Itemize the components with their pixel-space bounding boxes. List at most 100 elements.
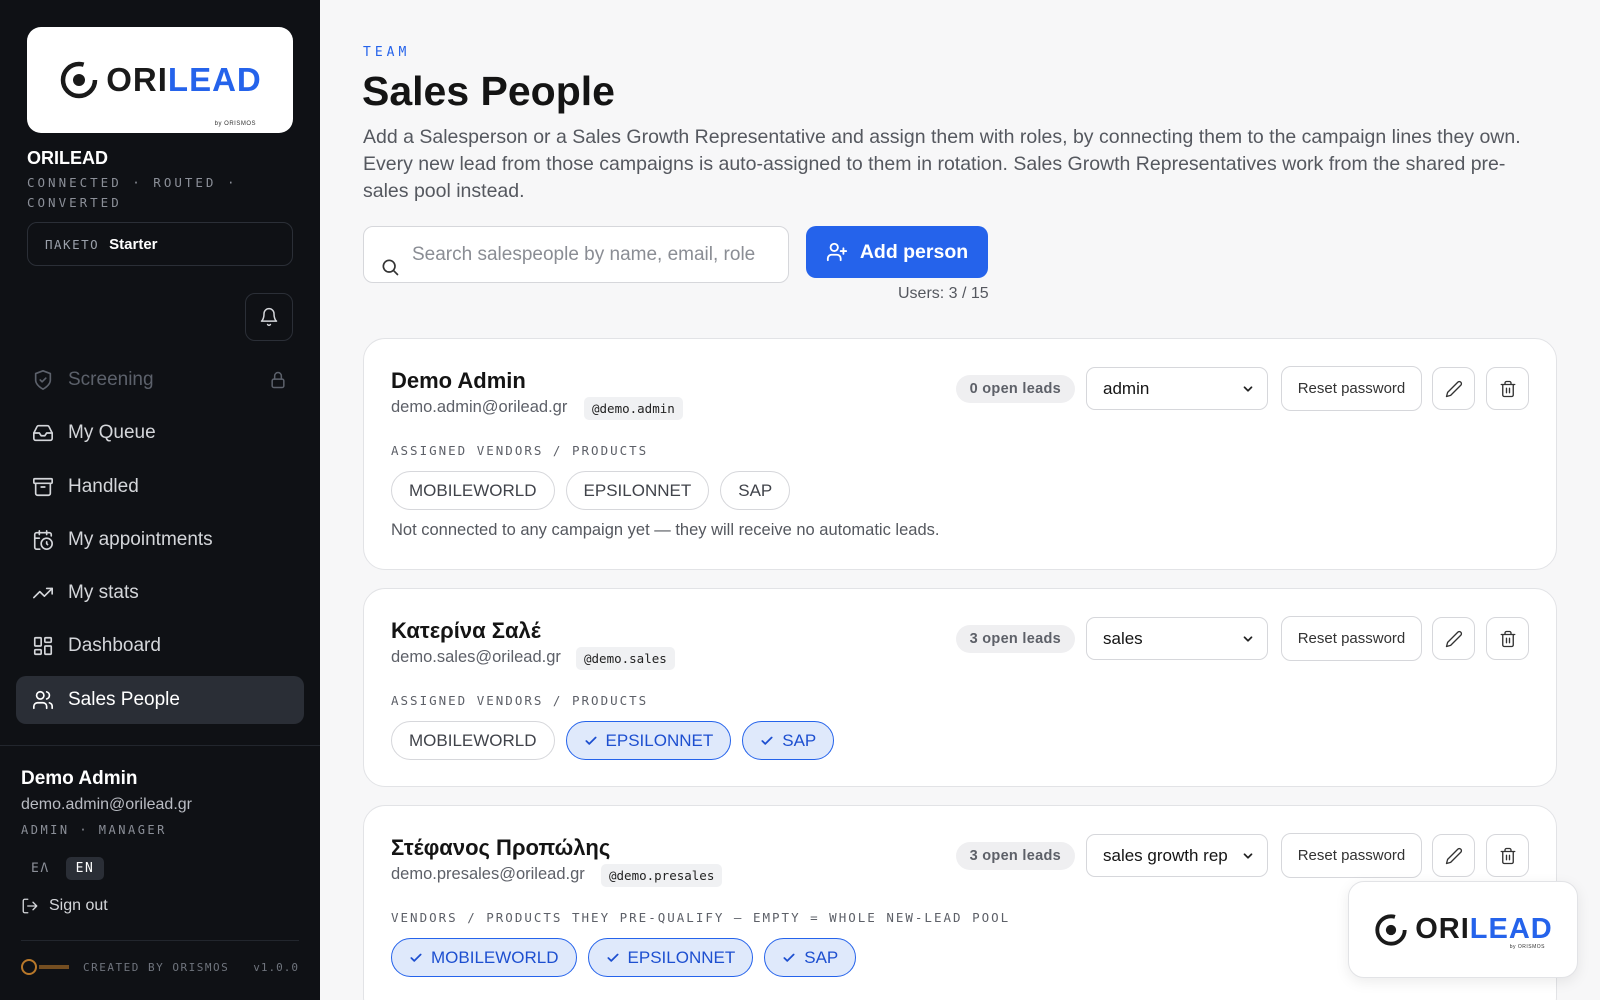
page-eyebrow: TEAM bbox=[363, 45, 411, 60]
sidebar-item-label: My stats bbox=[68, 582, 139, 604]
role-select[interactable]: sales growth rep bbox=[1086, 834, 1268, 877]
search-input[interactable] bbox=[412, 243, 762, 266]
check-icon bbox=[761, 736, 773, 745]
edit-button[interactable] bbox=[1432, 617, 1475, 660]
vendor-chip[interactable]: MOBILEWORLD bbox=[391, 721, 555, 760]
vendors-section-label: VENDORS / PRODUCTS THEY PRE-QUALIFY — EM… bbox=[391, 910, 1011, 925]
role-select-value: sales bbox=[1103, 628, 1143, 648]
vendor-chip-label: EPSILONNET bbox=[605, 730, 714, 750]
orilead-logo: ORILEAD bbox=[1373, 912, 1553, 948]
users-icon bbox=[33, 690, 53, 709]
vendor-chip-label: MOBILEWORLD bbox=[409, 480, 537, 500]
pencil-icon bbox=[1445, 630, 1462, 647]
current-user-name: Demo Admin bbox=[21, 768, 138, 789]
pencil-icon bbox=[1445, 380, 1462, 397]
sign-out-button[interactable]: Sign out bbox=[21, 897, 108, 915]
log-out-icon bbox=[22, 898, 38, 914]
person-handle: @demo.sales bbox=[576, 647, 675, 670]
plan-value: Starter bbox=[109, 235, 158, 253]
add-person-button[interactable]: Add person bbox=[806, 226, 988, 278]
person-name: Demo Admin bbox=[391, 368, 526, 393]
sidebar-item-my-stats[interactable]: My stats bbox=[16, 569, 304, 617]
sidebar-item-label: Handled bbox=[68, 475, 139, 497]
vendor-chip-selected[interactable]: EPSILONNET bbox=[587, 938, 754, 977]
vendor-chip-selected[interactable]: MOBILEWORLD bbox=[391, 938, 577, 977]
orilead-logo-icon bbox=[1375, 913, 1407, 946]
check-icon bbox=[783, 953, 795, 962]
sidebar-divider bbox=[0, 745, 320, 746]
lang-en-button[interactable]: EN bbox=[65, 857, 105, 880]
vendor-chip-label: MOBILEWORLD bbox=[431, 947, 559, 967]
lock-icon bbox=[271, 371, 285, 389]
reset-password-button[interactable]: Reset password bbox=[1281, 616, 1422, 661]
vendor-chip-selected[interactable]: SAP bbox=[764, 938, 857, 977]
chevron-down-icon bbox=[1243, 386, 1253, 392]
role-select[interactable]: admin bbox=[1086, 367, 1268, 410]
users-count: Users: 3 / 15 bbox=[898, 285, 989, 302]
floating-logo-badge[interactable]: ORILEAD by ORISMOS bbox=[1348, 881, 1578, 978]
sidebar-item-label: Screening bbox=[68, 369, 154, 390]
sidebar-item-my-appointments[interactable]: My appointments bbox=[16, 516, 304, 564]
inbox-icon bbox=[33, 425, 53, 442]
sidebar-footer: CREATED BY ORISMOS v1.0.0 bbox=[21, 958, 299, 976]
add-person-label: Add person bbox=[859, 240, 969, 263]
trash-icon bbox=[1500, 630, 1515, 647]
person-email: demo.sales@orilead.gr bbox=[391, 648, 561, 666]
delete-button[interactable] bbox=[1486, 617, 1529, 660]
plan-label: ПАКЕТО bbox=[45, 236, 100, 252]
chevron-down-icon bbox=[1243, 636, 1253, 642]
delete-button[interactable] bbox=[1486, 367, 1529, 410]
current-user-role: ADMIN · MANAGER bbox=[21, 823, 167, 837]
trash-icon bbox=[1500, 380, 1515, 397]
sidebar-item-label: Dashboard bbox=[68, 635, 161, 657]
trending-up-icon bbox=[33, 587, 53, 599]
logo-ori-text: ORI bbox=[106, 61, 168, 98]
sidebar-item-label: Sales People bbox=[68, 688, 180, 710]
language-switcher: ΕΛ EN bbox=[21, 857, 105, 880]
role-select[interactable]: sales bbox=[1086, 617, 1268, 660]
check-icon bbox=[410, 953, 422, 962]
open-leads-badge: 3 open leads bbox=[955, 625, 1075, 653]
sidebar-item-label: My Queue bbox=[68, 422, 156, 444]
vendor-chip[interactable]: EPSILONNET bbox=[565, 471, 710, 510]
brand-name: ORILEAD bbox=[27, 148, 108, 168]
vendor-chip[interactable]: MOBILEWORLD bbox=[391, 471, 555, 510]
sidebar-item-sales-people[interactable]: Sales People bbox=[16, 675, 304, 724]
search-box[interactable] bbox=[363, 226, 789, 283]
vendor-chip[interactable]: SAP bbox=[720, 471, 791, 510]
logo-lead-text: LEAD bbox=[167, 61, 262, 98]
vendor-chips: MOBILEWORLD EPSILONNET SAP bbox=[391, 938, 857, 977]
sidebar-item-my-queue[interactable]: My Queue bbox=[16, 409, 304, 457]
notifications-button[interactable] bbox=[245, 293, 293, 341]
person-name: Στέφανος Προπώλης bbox=[391, 835, 611, 860]
edit-button[interactable] bbox=[1432, 834, 1475, 877]
vendor-chip-selected[interactable]: EPSILONNET bbox=[565, 721, 732, 760]
logo-card[interactable]: ORILEAD by ORISMOS bbox=[27, 27, 293, 133]
trash-icon bbox=[1500, 847, 1515, 864]
reset-password-button[interactable]: Reset password bbox=[1281, 833, 1422, 878]
edit-button[interactable] bbox=[1432, 367, 1475, 410]
search-icon bbox=[382, 259, 399, 276]
person-name: Κατερίνα Σαλέ bbox=[391, 618, 541, 643]
dashboard-icon bbox=[33, 637, 53, 656]
open-leads-badge: 3 open leads bbox=[955, 842, 1075, 870]
sidebar-item-dashboard[interactable]: Dashboard bbox=[16, 622, 304, 670]
sidebar-item-screening[interactable]: Screening bbox=[16, 356, 304, 404]
vendor-chip-selected[interactable]: SAP bbox=[742, 721, 835, 760]
orilead-logo-icon bbox=[60, 61, 98, 99]
person-card: Κατερίνα Σαλέ demo.sales@orilead.gr @dem… bbox=[363, 588, 1557, 787]
shield-icon bbox=[34, 370, 52, 390]
vendor-chip-label: SAP bbox=[804, 947, 839, 967]
reset-password-button[interactable]: Reset password bbox=[1281, 366, 1422, 411]
page-description: Add a Salesperson or a Sales Growth Repr… bbox=[363, 126, 1521, 202]
sidebar-item-handled[interactable]: Handled bbox=[16, 463, 304, 511]
person-handle: @demo.admin bbox=[584, 397, 683, 420]
brand-tagline: CONNECTED · ROUTED · CONVERTED bbox=[27, 175, 238, 210]
lang-el-button[interactable]: ΕΛ bbox=[21, 857, 60, 880]
person-handle: @demo.presales bbox=[601, 864, 723, 887]
person-email: demo.presales@orilead.gr bbox=[391, 865, 585, 883]
check-icon bbox=[606, 953, 619, 962]
orilead-logo: ORILEAD bbox=[58, 59, 262, 101]
delete-button[interactable] bbox=[1486, 834, 1529, 877]
vendor-chip-label: EPSILONNET bbox=[627, 947, 736, 967]
